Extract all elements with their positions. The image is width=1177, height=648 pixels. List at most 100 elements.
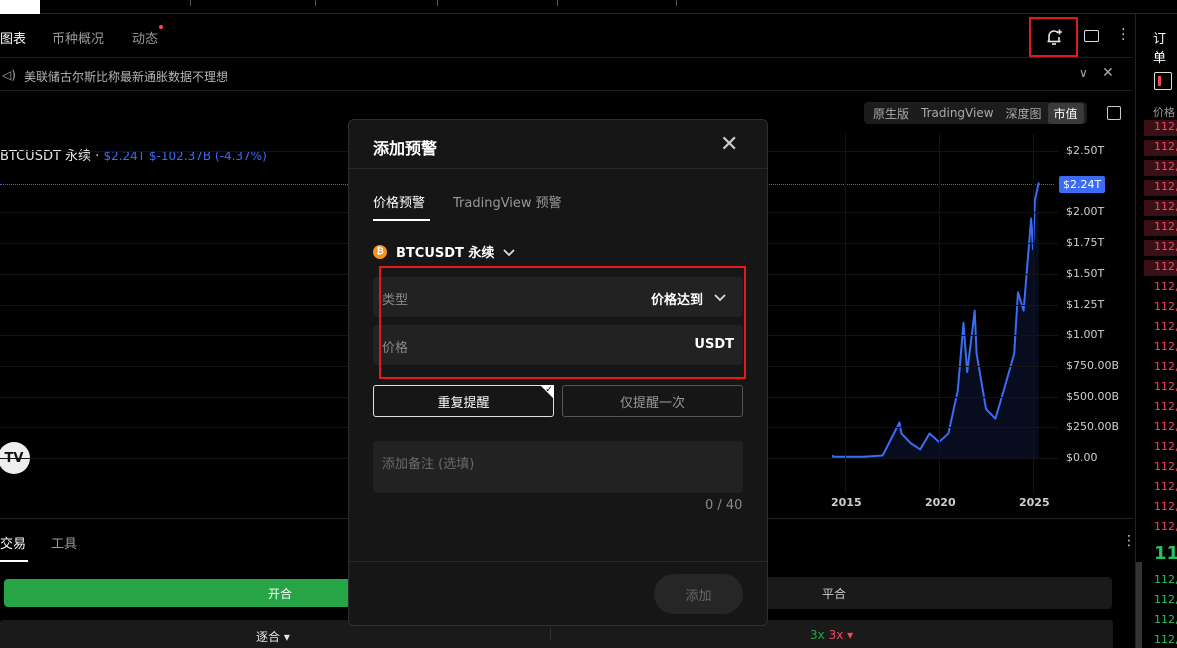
- margin-mode-select[interactable]: 逐合 ▾: [256, 628, 290, 645]
- tab-trade[interactable]: 交易: [0, 533, 26, 552]
- ask-row[interactable]: 112,: [1144, 500, 1177, 516]
- data-point: [898, 421, 901, 424]
- ask-row[interactable]: 112,: [1144, 380, 1177, 396]
- bitcoin-icon: ₿: [373, 244, 387, 259]
- top-strip: [0, 0, 1177, 28]
- leverage-long: 3x: [810, 628, 825, 642]
- divider: [550, 628, 551, 640]
- y-tick-label: $250.00B: [1066, 420, 1120, 434]
- ask-row[interactable]: 112,: [1144, 220, 1177, 236]
- repeat-alert-option[interactable]: 重复提醒 ✓: [373, 385, 554, 417]
- bid-row[interactable]: 112,: [1144, 633, 1177, 646]
- symbol-select[interactable]: ₿ BTCUSDT 永续: [373, 242, 516, 261]
- ask-row[interactable]: 112,: [1144, 280, 1177, 296]
- data-point: [994, 417, 997, 420]
- tab-underline: [0, 560, 28, 562]
- grid-line: [845, 134, 846, 494]
- book-layout-icon[interactable]: [1154, 72, 1172, 90]
- ask-row[interactable]: 112,: [1144, 320, 1177, 336]
- divider: [437, 0, 438, 6]
- data-point: [947, 432, 950, 435]
- divider: [315, 0, 316, 6]
- ask-row[interactable]: 112,: [1144, 140, 1177, 156]
- data-point: [1022, 309, 1025, 312]
- ask-row[interactable]: 112,: [1144, 200, 1177, 216]
- add-alert-dialog: 添加预警 ✕ 价格预警 TradingView 预警 ₿ BTCUSDT 永续 …: [348, 119, 768, 626]
- ask-row[interactable]: 112,: [1144, 180, 1177, 196]
- ask-row[interactable]: 112,: [1144, 460, 1177, 476]
- ask-row[interactable]: 112,: [1144, 400, 1177, 416]
- leverage-short: 3x ▾: [828, 628, 854, 642]
- mid-price: 11: [1154, 543, 1177, 564]
- ask-row[interactable]: 112,: [1144, 360, 1177, 376]
- note-input[interactable]: 添加备注 (选填): [373, 441, 743, 493]
- ask-row[interactable]: 112,: [1144, 520, 1177, 536]
- y-tick-label: $500.00B: [1066, 389, 1120, 403]
- ask-row[interactable]: 112,: [1144, 480, 1177, 496]
- data-point: [900, 432, 903, 435]
- data-point: [966, 371, 968, 373]
- data-point: [1030, 217, 1032, 220]
- divider: [676, 0, 677, 6]
- last-value-tag: $2.24T: [1059, 176, 1106, 193]
- bid-row[interactable]: 112,: [1144, 613, 1177, 626]
- ask-row[interactable]: 112,: [1144, 160, 1177, 176]
- data-point: [957, 389, 959, 392]
- ask-row[interactable]: 112,: [1144, 260, 1177, 276]
- ask-row[interactable]: 112,: [1144, 300, 1177, 316]
- data-point: [975, 352, 978, 355]
- close-icon[interactable]: ✕: [720, 132, 738, 157]
- series-area: [833, 182, 1039, 459]
- repeat-alert-label: 重复提醒: [437, 395, 490, 411]
- window-icon[interactable]: [1084, 30, 1099, 42]
- once-alert-option[interactable]: 仅提醒一次: [562, 385, 743, 417]
- add-alert-submit-button[interactable]: 添加: [654, 574, 743, 614]
- y-tick-label: $1.00T: [1066, 328, 1105, 342]
- ask-row[interactable]: 112,: [1144, 440, 1177, 456]
- data-point: [928, 432, 931, 435]
- y-tick-label: $1.25T: [1066, 297, 1105, 311]
- bid-row[interactable]: 112,: [1144, 593, 1177, 606]
- leverage-select[interactable]: 3x 3x ▾: [810, 628, 853, 642]
- chevron-down-icon: [503, 248, 516, 256]
- check-icon: ✓: [540, 385, 554, 399]
- order-book: 订单 价格 112, 112, 112, 112, 112, 112, 112, 112, 11…: [1135, 14, 1177, 648]
- symbol-select-label: BTCUSDT 永续: [396, 246, 495, 261]
- tab-tradingview-alert[interactable]: TradingView 预警: [453, 192, 562, 211]
- y-tick-label: $2.50T: [1066, 144, 1105, 157]
- y-tick-label: $0.00: [1066, 451, 1098, 464]
- note-placeholder: 添加备注 (选填): [382, 457, 475, 472]
- ask-row[interactable]: 112,: [1144, 120, 1177, 136]
- grid-line: [1033, 134, 1034, 494]
- close-icon[interactable]: ✕: [1102, 65, 1114, 81]
- more-vertical-icon[interactable]: ⋮: [1122, 533, 1136, 549]
- data-point: [1004, 385, 1006, 388]
- dialog-title: 添加预警: [373, 139, 438, 158]
- more-vertical-icon[interactable]: · · ·: [1121, 23, 1127, 47]
- ask-row[interactable]: 112,: [1144, 340, 1177, 356]
- price-column-header: 价格: [1153, 106, 1175, 119]
- data-point: [962, 322, 965, 324]
- ask-row[interactable]: 112,: [1144, 240, 1177, 256]
- grid-line: [939, 134, 940, 494]
- chevron-down-icon[interactable]: ∨: [1079, 66, 1088, 80]
- data-point: [910, 442, 912, 445]
- y-tick-label: $750.00B: [1066, 358, 1120, 372]
- y-tick-label: $1.50T: [1066, 266, 1105, 280]
- ask-row[interactable]: 112,: [1144, 420, 1177, 436]
- highlight-box: [379, 266, 746, 379]
- data-point: [1017, 291, 1019, 294]
- tab-price-alert[interactable]: 价格预警: [373, 192, 425, 211]
- divider: [557, 0, 558, 6]
- data-point: [973, 309, 976, 312]
- scrollbar[interactable]: [1136, 562, 1142, 648]
- bid-row[interactable]: 112,: [1144, 573, 1177, 586]
- divider: [349, 168, 767, 169]
- tab-tools[interactable]: 工具: [51, 533, 77, 552]
- order-book-title[interactable]: 订单: [1153, 28, 1177, 66]
- data-point: [1013, 352, 1015, 355]
- tab-underline: [373, 219, 430, 221]
- fullscreen-icon[interactable]: [1107, 106, 1121, 120]
- data-point: [919, 448, 921, 451]
- y-tick-label: $2.00T: [1066, 205, 1105, 219]
